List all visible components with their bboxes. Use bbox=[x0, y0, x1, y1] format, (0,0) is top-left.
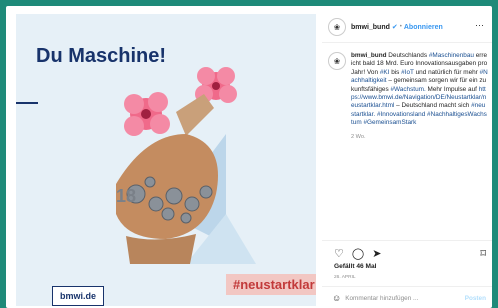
comment-divider bbox=[322, 286, 492, 287]
caption-body: Deutschlands #Maschinenbau erreicht bald… bbox=[351, 52, 488, 127]
more-options-icon[interactable]: ⋯ bbox=[475, 20, 484, 31]
caption-avatar[interactable]: ❀ bbox=[328, 52, 346, 70]
flower-left-icon bbox=[124, 92, 170, 136]
post-date: 26. APRIL bbox=[334, 275, 356, 280]
post-comment-button[interactable]: Posten bbox=[465, 295, 486, 302]
follow-button[interactable]: Abonnieren bbox=[404, 24, 443, 31]
post-header: ❀ bmwi_bund ✔ • Abonnieren ⋯ bbox=[328, 16, 488, 38]
caption-hashtag-link[interactable]: #Maschinenbau bbox=[429, 52, 474, 59]
caption-hashtag-link[interactable]: #Nachhaltigkeit bbox=[351, 69, 488, 84]
svg-text:18: 18 bbox=[116, 186, 136, 206]
actions-divider bbox=[322, 240, 492, 241]
like-heart-icon[interactable]: ♡ bbox=[334, 247, 344, 260]
header-divider bbox=[322, 42, 492, 43]
caption-hashtag-link[interactable]: #IoT bbox=[401, 69, 414, 76]
comment-bar: ☺ Kommentar hinzufügen ... Posten bbox=[332, 291, 486, 305]
caption-username[interactable]: bmwi_bund bbox=[351, 52, 387, 59]
post-age: 2 Wo. bbox=[351, 133, 366, 140]
brand-label: bmwi.de bbox=[52, 286, 105, 306]
bookmark-save-icon[interactable]: ⌑ bbox=[480, 247, 486, 260]
post-actions: ♡ ◯ ➤ ⌑ bbox=[334, 246, 486, 260]
account-username[interactable]: bmwi_bund bbox=[351, 24, 390, 31]
post-side-panel: ❀ bmwi_bund ✔ • Abonnieren ⋯ ❀ bmwi_bund… bbox=[322, 6, 492, 308]
separator-dot-icon: • bbox=[399, 24, 402, 30]
caption-text: bmwi_bund Deutschlands #Maschinenbau err… bbox=[351, 52, 488, 128]
accent-line bbox=[16, 102, 38, 104]
caption-hashtag-link[interactable]: #Wachstum. bbox=[390, 86, 425, 93]
like-count[interactable]: Gefällt 46 Mal bbox=[334, 263, 377, 270]
hashtag-label: #neustartklar bbox=[226, 274, 316, 295]
post-caption: ❀ bmwi_bund Deutschlands #Maschinenbau e… bbox=[328, 52, 488, 140]
machine-arm-illustration: 18 bbox=[116, 67, 237, 264]
emoji-smiley-icon[interactable]: ☺ bbox=[332, 293, 341, 303]
comment-input[interactable]: Kommentar hinzufügen ... bbox=[345, 295, 418, 302]
verified-badge-icon: ✔ bbox=[391, 24, 398, 31]
share-send-icon[interactable]: ➤ bbox=[372, 247, 381, 260]
caption-hashtag-link[interactable]: #GemeinsamStark bbox=[363, 119, 416, 126]
caption-hashtag-link[interactable]: #Innovationsland bbox=[377, 111, 425, 118]
caption-hashtag-link[interactable]: #KI bbox=[380, 69, 390, 76]
post-image[interactable]: Du Maschine! 18 #neustartklar bbox=[16, 14, 316, 306]
instagram-post-frame: Du Maschine! 18 #neustartklar bmwi.de ❀ … bbox=[6, 6, 492, 308]
account-avatar[interactable]: ❀ bbox=[328, 18, 346, 36]
comment-bubble-icon[interactable]: ◯ bbox=[352, 247, 364, 260]
